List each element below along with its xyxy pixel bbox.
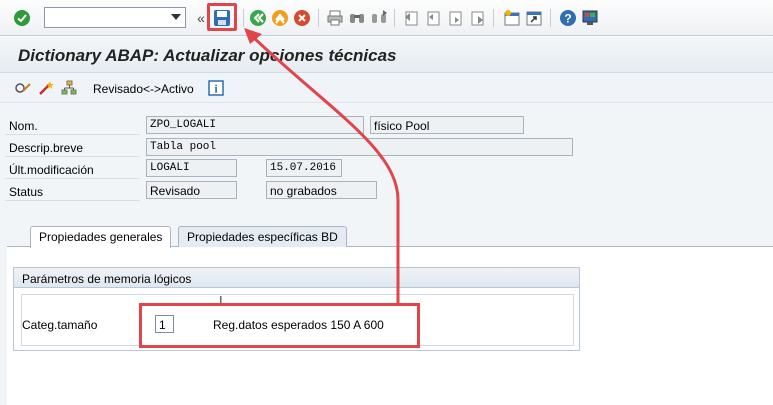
size-highlight-box bbox=[139, 303, 420, 348]
wand-icon[interactable] bbox=[36, 78, 56, 98]
title-bar: Dictionary ABAP: Actualizar opciones téc… bbox=[0, 37, 773, 73]
cancel-icon[interactable] bbox=[292, 8, 312, 28]
application-toolbar: Revisado<->Activo i bbox=[0, 73, 773, 103]
svg-text:?: ? bbox=[564, 12, 571, 26]
status-label: Status bbox=[9, 185, 44, 199]
shortcut-icon[interactable] bbox=[524, 8, 544, 28]
tab-general-properties[interactable]: Propiedades generales bbox=[30, 226, 172, 248]
modified-date-field: 15.07.2016 bbox=[266, 159, 342, 177]
toggle-revised-active-button[interactable]: Revisado<->Activo bbox=[93, 82, 194, 96]
system-toolbar: « ? bbox=[0, 0, 773, 36]
description-label: Descrip.breve bbox=[9, 141, 84, 155]
command-field[interactable] bbox=[44, 7, 186, 28]
find-icon[interactable] bbox=[347, 8, 367, 28]
name-type-field: físico Pool bbox=[370, 116, 524, 134]
ok-checkmark-icon[interactable] bbox=[12, 8, 32, 28]
last-modified-label: Últ.modificación bbox=[9, 163, 94, 177]
display-change-icon[interactable] bbox=[13, 78, 33, 98]
next-page-icon[interactable] bbox=[445, 8, 465, 28]
find-next-icon[interactable] bbox=[369, 8, 389, 28]
last-page-icon[interactable] bbox=[467, 8, 487, 28]
print-icon[interactable] bbox=[325, 8, 345, 28]
save-status-field: no grabados bbox=[266, 181, 377, 199]
back-icon[interactable] bbox=[248, 8, 268, 28]
name-label: Nom. bbox=[9, 119, 38, 133]
help-icon[interactable]: ? bbox=[558, 8, 578, 28]
new-session-icon[interactable] bbox=[502, 8, 522, 28]
prev-page-icon[interactable] bbox=[423, 8, 443, 28]
hierarchy-icon[interactable] bbox=[59, 78, 79, 98]
status-field: Revisado bbox=[146, 181, 237, 199]
tab-db-specific-properties[interactable]: Propiedades específicas BD bbox=[178, 226, 347, 247]
description-field[interactable]: Tabla pool bbox=[146, 138, 573, 156]
command-dropdown-icon[interactable] bbox=[169, 11, 183, 24]
exit-icon[interactable] bbox=[270, 8, 290, 28]
page-title: Dictionary ABAP: Actualizar opciones téc… bbox=[18, 46, 397, 65]
modified-user-field: LOGALI bbox=[146, 159, 237, 177]
info-icon[interactable]: i bbox=[206, 78, 226, 98]
tab-general-properties-label: Propiedades generales bbox=[39, 230, 163, 244]
save-highlight-box bbox=[207, 3, 237, 31]
layout-menu-icon[interactable] bbox=[580, 8, 600, 28]
first-page-icon[interactable] bbox=[401, 8, 421, 28]
name-field[interactable]: ZPO_LOGALI bbox=[146, 116, 364, 134]
tab-db-specific-properties-label: Propiedades específicas BD bbox=[187, 230, 338, 244]
group-title: Parámetros de memoria lógicos bbox=[14, 268, 579, 288]
size-category-label: Categ.tamaño bbox=[22, 318, 98, 332]
